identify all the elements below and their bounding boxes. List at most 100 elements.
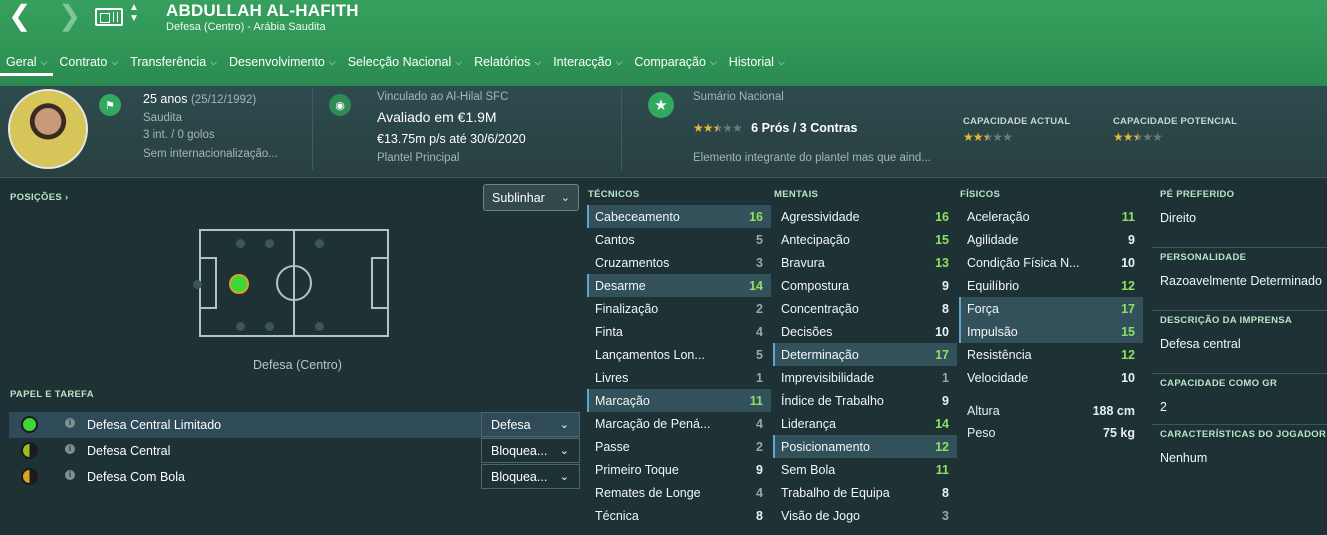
attribute-row[interactable]: Cabeceamento 16 bbox=[587, 205, 771, 228]
attribute-value: 11 bbox=[1121, 209, 1135, 224]
duty-dropdown[interactable]: Bloquea... ⌄ bbox=[481, 464, 580, 489]
attribute-value: 17 bbox=[1121, 301, 1135, 316]
player-photo[interactable] bbox=[8, 89, 88, 169]
attribute-row[interactable]: Marcação de Pená... 4 bbox=[587, 412, 771, 435]
role-row[interactable]: i Defesa Central Bloquea... ⌄ bbox=[9, 438, 580, 464]
info-value[interactable]: Defesa central bbox=[1152, 331, 1327, 373]
attribute-row[interactable]: Resistência 12 bbox=[959, 343, 1143, 366]
club-contract-line: Vinculado ao Al-Hilal SFC bbox=[377, 91, 509, 103]
tab-seleccao-nacional[interactable]: Selecção Nacional ⌵ bbox=[342, 50, 468, 74]
attribute-row[interactable]: Velocidade 10 bbox=[959, 366, 1143, 389]
attribute-row[interactable]: Equilíbrio 12 bbox=[959, 274, 1143, 297]
role-row[interactable]: i Defesa Com Bola Bloquea... ⌄ bbox=[9, 464, 580, 490]
attribute-row[interactable]: Finalização 2 bbox=[587, 297, 771, 320]
squad-status: Plantel Principal bbox=[377, 152, 460, 164]
attribute-row[interactable]: Concentração 8 bbox=[773, 297, 957, 320]
player-wage: €13.75m p/s até 30/6/2020 bbox=[377, 132, 526, 146]
chevron-down-icon: ⌵ bbox=[210, 56, 217, 67]
physical-attributes: FÍSICOS Aceleração 11 Agilidade 9 Condição F… bbox=[959, 185, 1143, 389]
attribute-row[interactable]: Posicionamento 12 bbox=[773, 435, 957, 458]
positions-link[interactable]: POSIÇÕES › bbox=[10, 192, 68, 203]
info-icon[interactable]: i bbox=[65, 470, 75, 480]
back-arrow-icon[interactable]: ❮ bbox=[8, 2, 31, 30]
attribute-value: 4 bbox=[756, 324, 763, 339]
attribute-value: 9 bbox=[942, 278, 949, 293]
duty-dropdown[interactable]: Defesa ⌄ bbox=[481, 412, 580, 437]
attribute-row[interactable]: Agressividade 16 bbox=[773, 205, 957, 228]
attribute-row[interactable]: Lançamentos Lon... 5 bbox=[587, 343, 771, 366]
attribute-value: 14 bbox=[749, 278, 763, 293]
weight-value: 75 kg bbox=[1103, 426, 1135, 440]
attribute-value: 8 bbox=[942, 301, 949, 316]
info-icon[interactable]: i bbox=[65, 444, 75, 454]
star-icon: ★ bbox=[982, 130, 994, 144]
current-ability: ★★★★★ bbox=[963, 130, 1013, 144]
attribute-row[interactable]: Compostura 9 bbox=[773, 274, 957, 297]
chevron-down-icon: ⌵ bbox=[777, 56, 785, 67]
attribute-name: Impulsão bbox=[967, 324, 1018, 339]
tab-label: Desenvolvimento bbox=[228, 55, 325, 69]
attribute-row[interactable]: Remates de Longe 4 bbox=[587, 481, 771, 504]
attribute-row[interactable]: Marcação 11 bbox=[587, 389, 771, 412]
mental-label: MENTAIS bbox=[774, 189, 819, 200]
tab-comparacao[interactable]: Comparação ⌵ bbox=[628, 50, 722, 74]
attribute-row[interactable]: Agilidade 9 bbox=[959, 228, 1143, 251]
attribute-row[interactable]: Condição Física N... 10 bbox=[959, 251, 1143, 274]
chevron-down-icon: ⌄ bbox=[559, 445, 569, 457]
tab-desenvolvimento[interactable]: Desenvolvimento ⌵ bbox=[223, 50, 342, 74]
attribute-row[interactable]: Livres 1 bbox=[587, 366, 771, 389]
attribute-row[interactable]: Determinação 17 bbox=[773, 343, 957, 366]
info-icon[interactable]: i bbox=[65, 418, 75, 428]
role-suitability-icon bbox=[21, 442, 38, 459]
attribute-name: Aceleração bbox=[967, 209, 1030, 224]
star-icon: ★ bbox=[972, 130, 984, 144]
attribute-row[interactable]: Trabalho de Equipa 8 bbox=[773, 481, 957, 504]
attribute-row[interactable]: Impulsão 15 bbox=[959, 320, 1143, 343]
attribute-row[interactable]: Índice de Trabalho 9 bbox=[773, 389, 957, 412]
player-age: 25 anos bbox=[143, 92, 188, 106]
tab-contrato[interactable]: Contrato ⌵ bbox=[53, 50, 124, 74]
star-icon: ★ bbox=[1113, 130, 1124, 144]
club-badge-icon[interactable]: ◉ bbox=[329, 94, 351, 116]
duty-dropdown[interactable]: Bloquea... ⌄ bbox=[481, 438, 580, 463]
attribute-row[interactable]: Desarme 14 bbox=[587, 274, 771, 297]
duty-value: Bloquea... bbox=[491, 443, 548, 458]
attribute-value: 2 bbox=[756, 301, 763, 316]
attribute-row[interactable]: Passe 2 bbox=[587, 435, 771, 458]
attribute-value: 12 bbox=[935, 439, 949, 454]
chevron-down-icon: ⌄ bbox=[559, 419, 569, 431]
report-stars: ★★★★★ bbox=[693, 121, 743, 135]
tab-label: Comparação bbox=[634, 55, 706, 69]
attribute-row[interactable]: Cruzamentos 3 bbox=[587, 251, 771, 274]
forward-arrow-icon[interactable]: ❯ bbox=[58, 2, 81, 30]
chevron-down-icon: ⌵ bbox=[534, 56, 542, 67]
attribute-row[interactable]: Primeiro Toque 9 bbox=[587, 458, 771, 481]
role-row[interactable]: i Defesa Central Limitado Defesa ⌄ bbox=[9, 412, 580, 438]
attribute-row[interactable]: Bravura 13 bbox=[773, 251, 957, 274]
highlight-dropdown[interactable]: Sublinhar ⌄ bbox=[483, 184, 579, 211]
attribute-name: Cantos bbox=[595, 232, 635, 247]
attribute-row[interactable]: Finta 4 bbox=[587, 320, 771, 343]
attribute-row[interactable]: Antecipação 15 bbox=[773, 228, 957, 251]
attribute-row[interactable]: Força 17 bbox=[959, 297, 1143, 320]
tab-relatorios[interactable]: Relatórios ⌵ bbox=[468, 50, 547, 74]
star-icon: ★ bbox=[712, 121, 724, 135]
attribute-row[interactable]: Cantos 5 bbox=[587, 228, 771, 251]
attribute-row[interactable]: Sem Bola 11 bbox=[773, 458, 957, 481]
tab-historial[interactable]: Historial ⌵ bbox=[723, 50, 791, 74]
pros-cons[interactable]: 6 Prós / 3 Contras bbox=[751, 121, 857, 135]
pitch-centre-circle bbox=[276, 265, 312, 301]
info-block: PERSONALIDADE Razoavelmente Determinado bbox=[1152, 248, 1327, 311]
attribute-row[interactable]: Imprevisibilidade 1 bbox=[773, 366, 957, 389]
attribute-row[interactable]: Técnica 8 bbox=[587, 504, 771, 527]
attribute-row[interactable]: Liderança 14 bbox=[773, 412, 957, 435]
international-status[interactable]: Sem internacionalização... bbox=[143, 148, 278, 160]
attribute-row[interactable]: Aceleração 11 bbox=[959, 205, 1143, 228]
tab-interaccao[interactable]: Interacção ⌵ bbox=[547, 50, 628, 74]
tab-geral[interactable]: Geral ⌵ bbox=[0, 50, 54, 76]
player-cycle-arrows-icon[interactable]: ▲ ▼ bbox=[128, 2, 140, 24]
attribute-row[interactable]: Visão de Jogo 3 bbox=[773, 504, 957, 527]
attribute-row[interactable]: Decisões 10 bbox=[773, 320, 957, 343]
club-kit-icon[interactable] bbox=[95, 8, 123, 26]
tab-transferencia[interactable]: Transferência ⌵ bbox=[124, 50, 223, 74]
